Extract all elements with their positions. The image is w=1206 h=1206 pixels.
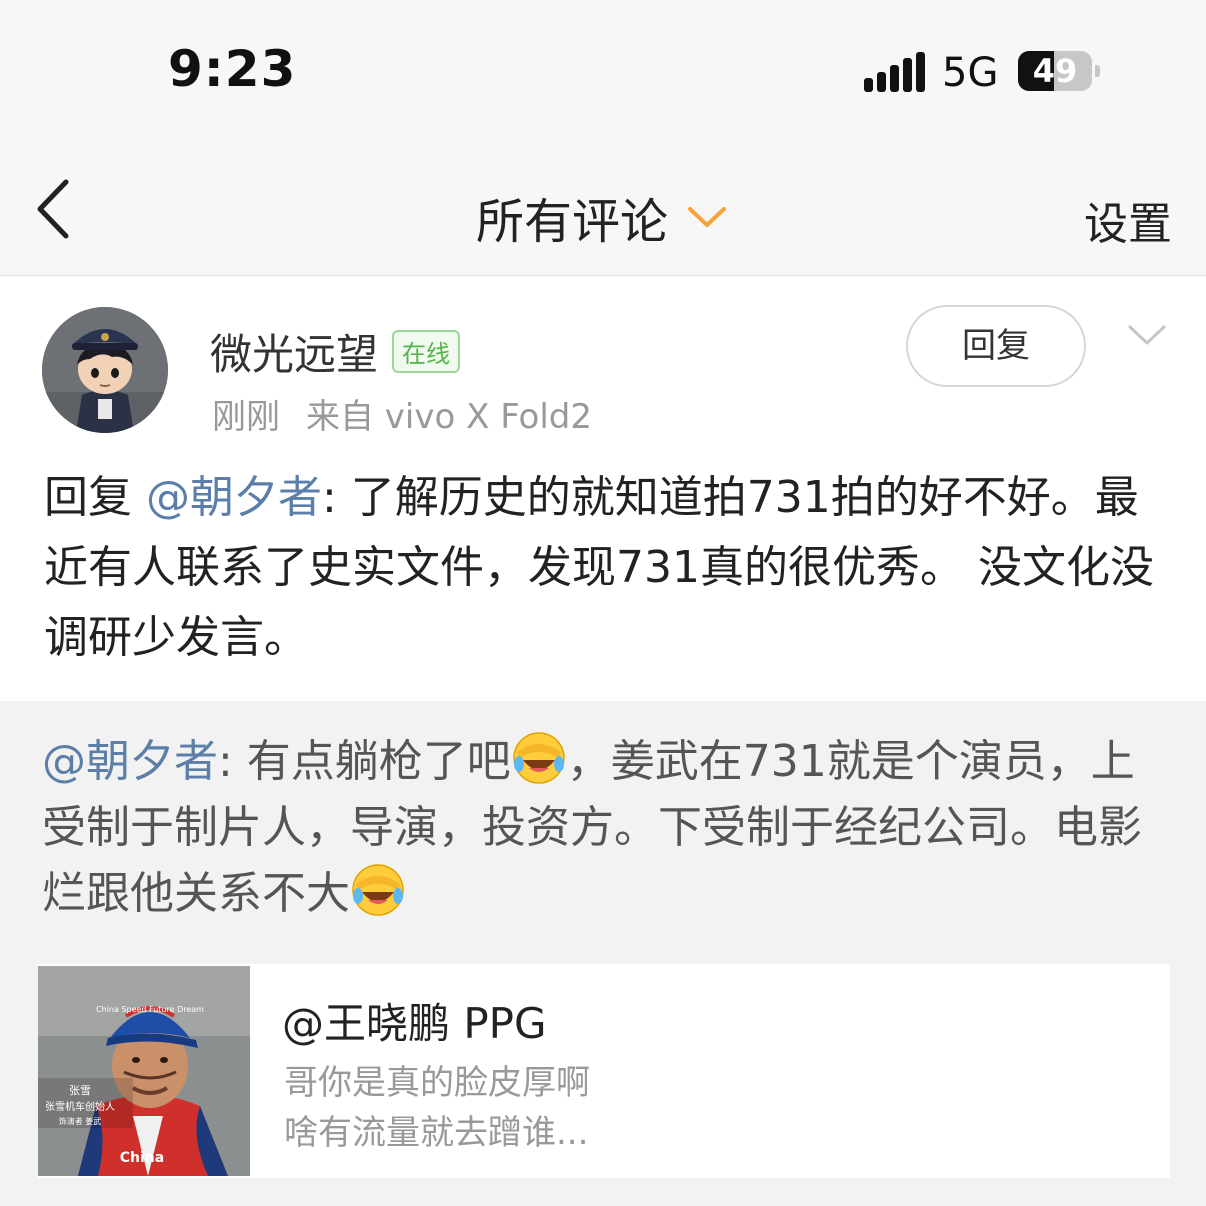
facepalm-laugh-emoji-icon <box>352 864 404 916</box>
link-card[interactable]: China Speed Future Dream 张雪 张雪机车创始人 饰演者 … <box>38 964 1170 1178</box>
page-title: 所有评论 <box>476 194 669 250</box>
thumbnail-caption-actor: 饰演者 姜武 <box>59 1116 102 1126</box>
facepalm-laugh-emoji-icon <box>513 732 565 784</box>
nav-bar: 所有评论 设置 <box>0 140 1206 276</box>
settings-button[interactable]: 设置 <box>1084 188 1172 252</box>
signal-icon <box>864 52 925 92</box>
comment-filter-dropdown[interactable]: 所有评论 <box>476 182 728 252</box>
quoted-comment[interactable]: @朝夕者: 有点躺枪了吧 ，姜武在731就是个演员，上受制于制片人，导演，投资方… <box>0 701 1206 1206</box>
user-row: 微光远望 在线 <box>210 321 461 382</box>
reply-prefix: 回复 <box>44 472 146 523</box>
status-time: 9:23 <box>168 40 297 98</box>
chevron-down-icon <box>688 207 727 227</box>
thumbnail-caption-name: 张雪 <box>69 1084 91 1097</box>
comment-time: 刚刚 <box>212 397 280 437</box>
comment-item: 微光远望 在线 刚刚 来自 vivo X Fold2 回复 回复 @朝夕者: 了解… <box>0 277 1206 701</box>
comment-body: 回复 @朝夕者: 了解历史的就知道拍731拍的好不好。最近有人联系了史实文件，发… <box>44 463 1174 673</box>
reply-button[interactable]: 回复 <box>906 305 1086 387</box>
thumbnail-jacket-text: China <box>120 1150 164 1166</box>
mention-link[interactable]: @朝夕者 <box>146 472 322 523</box>
quoted-body: @朝夕者: 有点躺枪了吧 ，姜武在731就是个演员，上受制于制片人，导演，投资方… <box>42 729 1172 927</box>
battery-tip <box>1095 65 1100 77</box>
mention-link[interactable]: @朝夕者 <box>42 736 218 787</box>
thumbnail-caption-role: 张雪机车创始人 <box>45 1100 115 1113</box>
network-type: 5G <box>942 50 999 96</box>
user-name[interactable]: 微光远望 <box>210 321 378 382</box>
card-thumbnail: China Speed Future Dream 张雪 张雪机车创始人 饰演者 … <box>38 966 250 1176</box>
status-bar: 9:23 5G 49 <box>0 0 1206 140</box>
card-description: 哥你是真的脸皮厚啊 啥有流量就去蹭谁... <box>284 1058 590 1158</box>
quoted-text-part1: : 有点躺枪了吧 <box>218 736 511 787</box>
battery-icon: 49 <box>1018 51 1092 91</box>
thumbnail-cap-text: China Speed Future Dream <box>96 1005 204 1014</box>
card-title: @王晓鹏 PPG <box>282 999 547 1048</box>
comment-source: 来自 vivo X Fold2 <box>306 397 593 437</box>
online-badge: 在线 <box>392 330 461 373</box>
chevron-down-icon[interactable] <box>1126 321 1168 349</box>
card-desc-line1: 哥你是真的脸皮厚啊 <box>284 1063 590 1103</box>
card-desc-line2: 啥有流量就去蹭谁... <box>284 1113 589 1153</box>
comment-meta: 刚刚 来自 vivo X Fold2 <box>212 389 592 438</box>
avatar-figure-icon <box>42 307 168 433</box>
battery-percent: 49 <box>1032 52 1078 90</box>
thumbnail-image: China Speed Future Dream 张雪 张雪机车创始人 饰演者 … <box>38 966 250 1176</box>
avatar[interactable] <box>42 307 168 433</box>
back-chevron-icon[interactable] <box>28 176 88 242</box>
